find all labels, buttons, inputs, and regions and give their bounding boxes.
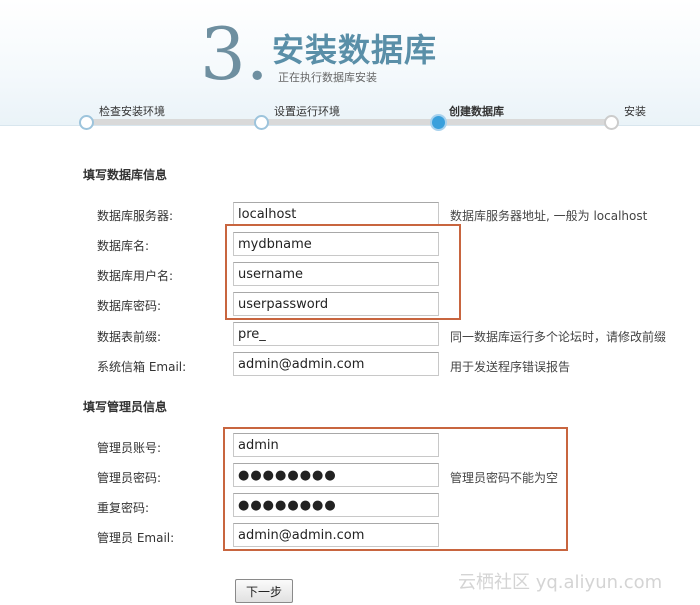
- page-title: 安装数据库: [272, 31, 438, 69]
- step-label-install: 安装: [624, 105, 646, 118]
- system-email-label: 系统信箱 Email:: [97, 360, 187, 374]
- progress-track: [86, 119, 614, 125]
- db-server-input[interactable]: [233, 202, 439, 226]
- step-dot-install: [604, 115, 619, 130]
- admin-password-label: 管理员密码:: [97, 471, 162, 485]
- db-section-title: 填写数据库信息: [83, 168, 168, 182]
- table-prefix-hint: 同一数据库运行多个论坛时，请修改前缀: [450, 330, 667, 344]
- table-prefix-input[interactable]: [233, 322, 439, 346]
- table-prefix-label: 数据表前缀:: [97, 330, 162, 344]
- admin-section-title: 填写管理员信息: [83, 400, 168, 414]
- step-dot-setup-env: [254, 115, 269, 130]
- system-email-hint: 用于发送程序错误报告: [450, 360, 571, 374]
- db-user-label: 数据库用户名:: [97, 269, 174, 283]
- db-name-label: 数据库名:: [97, 239, 150, 253]
- db-credentials-highlight: [225, 224, 461, 320]
- db-server-label: 数据库服务器:: [97, 209, 174, 223]
- step-number: 3.: [200, 12, 269, 96]
- system-email-input[interactable]: [233, 352, 439, 376]
- watermark: 云栖社区 yq.aliyun.com: [458, 572, 663, 593]
- db-server-hint: 数据库服务器地址, 一般为 localhost: [450, 209, 648, 223]
- admin-info-highlight: [223, 427, 568, 551]
- step-dot-create-db: [430, 114, 447, 131]
- step-label-create-db: 创建数据库: [449, 105, 504, 118]
- admin-account-label: 管理员账号:: [97, 441, 162, 455]
- next-step-button[interactable]: 下一步: [235, 579, 293, 603]
- step-label-check-env: 检查安装环境: [99, 105, 165, 118]
- admin-email-label: 管理员 Email:: [97, 531, 175, 545]
- page-subtitle: 正在执行数据库安装: [278, 71, 377, 84]
- db-password-label: 数据库密码:: [97, 299, 162, 313]
- step-label-setup-env: 设置运行环境: [274, 105, 340, 118]
- step-dot-check-env: [79, 115, 94, 130]
- repeat-password-label: 重复密码:: [97, 501, 150, 515]
